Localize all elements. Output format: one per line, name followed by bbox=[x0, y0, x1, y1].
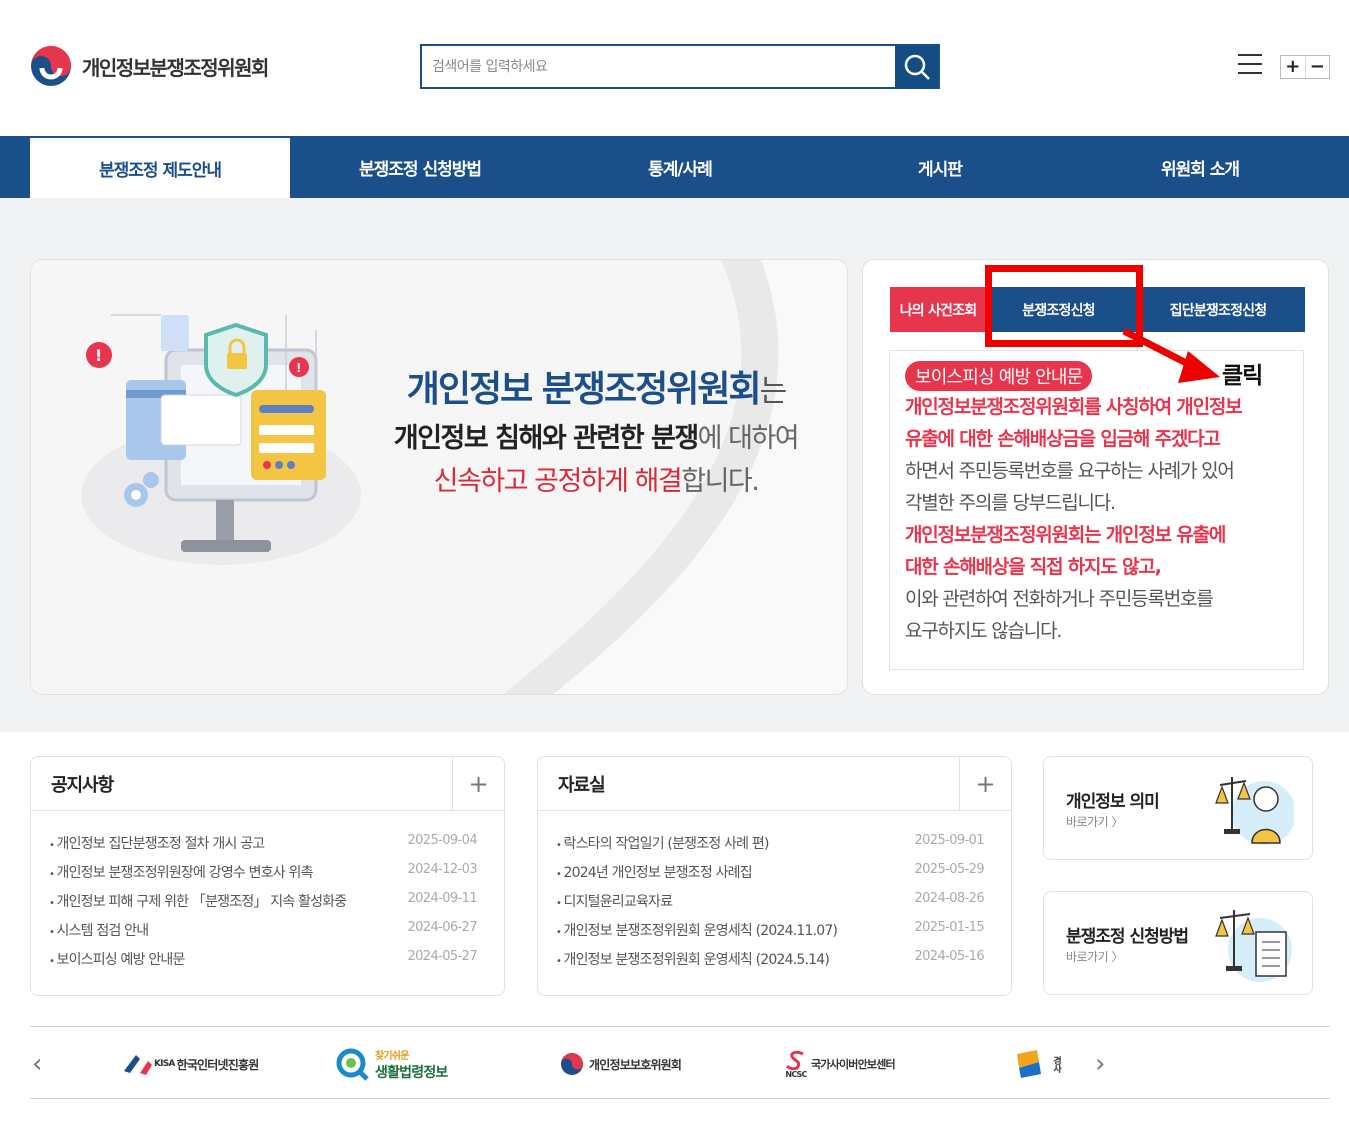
scales-document-icon bbox=[1215, 910, 1292, 982]
kisa-logo-icon bbox=[124, 1055, 152, 1075]
main-nav: 분쟁조정 제도안내 분쟁조정 신청방법 통계/사례 게시판 위원회 소개 bbox=[0, 136, 1349, 198]
list-item[interactable]: 락스타의 작업일기 (분쟁조정 사례 편)2025-09-01 bbox=[556, 833, 984, 862]
partner-ncsc[interactable]: NCSC 국가사이버안보센터 bbox=[785, 1047, 896, 1081]
list-item[interactable]: 개인정보 피해 구제 위한 「분쟁조정」 지속 활성화중2024-09-11 bbox=[49, 891, 477, 920]
notice-badge: 보이스피싱 예방 안내문 bbox=[905, 361, 1093, 391]
nav-item-about[interactable]: 위원회 소개 bbox=[1070, 136, 1330, 198]
list-item[interactable]: 개인정보 분쟁조정위원회 운영세칙 (2024.11.07)2025-01-15 bbox=[556, 920, 984, 949]
resources-list: 락스타의 작업일기 (분쟁조정 사례 편)2025-09-01 2024년 개인… bbox=[538, 811, 1011, 978]
notice-line: 하면서 주민등록번호를 요구하는 사례가 있어 bbox=[905, 460, 1235, 482]
nav-item-how-to-apply[interactable]: 분쟁조정 신청방법 bbox=[290, 136, 550, 198]
list-item[interactable]: 개인정보 분쟁조정위원회 운영세칙 (2024.5.14)2024-05-16 bbox=[556, 949, 984, 978]
list-item[interactable]: 디지털윤리교육자료2024-08-26 bbox=[556, 891, 984, 920]
link-card-shortcut[interactable]: 바로가기 〉 bbox=[1066, 813, 1123, 830]
hero-text: 개인정보 분쟁조정위원회는 개인정보 침해와 관련한 분쟁에 대하여 신속하고 … bbox=[361, 360, 831, 498]
scales-lawyer-icon bbox=[1215, 777, 1294, 845]
ncsc-logo-icon bbox=[785, 1050, 804, 1070]
partner-police[interactable]: 경사 bbox=[1015, 1047, 1063, 1081]
hamburger-menu-icon[interactable] bbox=[1238, 54, 1262, 76]
hero-line-2: 개인정보 침해와 관련한 분쟁에 대하여 bbox=[393, 423, 800, 454]
link-card-how-to-apply[interactable]: 분쟁조정 신청방법 바로가기 〉 bbox=[1043, 891, 1313, 995]
notice-line: 개인정보분쟁조정위원회를 사칭하여 개인정보 bbox=[905, 396, 1243, 418]
list-item[interactable]: 개인정보 집단분쟁조정 절차 개시 공고2025-09-04 bbox=[49, 833, 477, 862]
notice-list: 개인정보 집단분쟁조정 절차 개시 공고2025-09-04 개인정보 분쟁조정… bbox=[31, 811, 504, 978]
tab-my-case-lookup[interactable]: 나의 사건조회 bbox=[890, 287, 986, 332]
partner-easy-law[interactable]: 찾기쉬운 생활법령정보 bbox=[335, 1047, 448, 1081]
list-item[interactable]: 시스템 점검 안내2024-06-27 bbox=[49, 920, 477, 949]
zoom-out-button[interactable]: − bbox=[1304, 56, 1330, 78]
hero-banner: ! ! 개인정보 분쟁조정위원회는 개인정보 침해와 관련한 분쟁에 대하여 신… bbox=[30, 259, 848, 695]
link-card-title: 분쟁조정 신청방법 bbox=[1066, 927, 1189, 947]
annotation-arrow-icon bbox=[1122, 327, 1220, 383]
search-button[interactable] bbox=[895, 46, 938, 87]
search-bar bbox=[420, 44, 940, 89]
partner-banner-strip: ‹ KISA 한국인터넷진흥원 찾기쉬운 생활법령정보 개인정보보호위원회 NC… bbox=[30, 1026, 1330, 1099]
notice-line: 유출에 대한 손해배상금을 입금해 주겠다고 bbox=[905, 428, 1221, 450]
notice-board-header: 공지사항 + bbox=[31, 756, 504, 811]
notice-line: 각별한 주의를 당부드립니다. bbox=[905, 492, 1116, 514]
partner-next-button[interactable]: › bbox=[1095, 1049, 1105, 1079]
link-card-privacy-meaning[interactable]: 개인정보 의미 바로가기 〉 bbox=[1043, 756, 1313, 860]
search-icon bbox=[904, 54, 930, 80]
list-item[interactable]: 개인정보 분쟁조정위원장에 강영수 변호사 위촉2024-12-03 bbox=[49, 862, 477, 891]
notice-line: 대한 손해배상을 직접 하지도 않고, bbox=[905, 556, 1162, 578]
magnifier-logo-icon bbox=[336, 1048, 369, 1081]
list-item[interactable]: 2024년 개인정보 분쟁조정 사례집2025-05-29 bbox=[556, 862, 984, 891]
resources-board: 자료실 + 락스타의 작업일기 (분쟁조정 사례 편)2025-09-01 20… bbox=[537, 756, 1012, 996]
hero-line-3: 신속하고 공정하게 해결합니다. bbox=[433, 466, 760, 497]
nav-item-statistics[interactable]: 통계/사례 bbox=[550, 136, 810, 198]
resources-board-header: 자료실 + bbox=[538, 756, 1011, 811]
resources-board-title: 자료실 bbox=[558, 774, 606, 796]
link-card-title: 개인정보 의미 bbox=[1066, 792, 1160, 812]
zoom-in-button[interactable]: + bbox=[1281, 56, 1305, 78]
annotation-click-label: 클릭 bbox=[1222, 363, 1263, 389]
list-item[interactable]: 보이스피싱 예방 안내문2024-05-27 bbox=[49, 949, 477, 978]
voice-phishing-notice: 보이스피싱 예방 안내문 개인정보분쟁조정위원회를 사칭하여 개인정보 유출에 … bbox=[889, 350, 1304, 670]
nav-item-system-guide[interactable]: 분쟁조정 제도안내 bbox=[30, 138, 290, 198]
svg-text:!: ! bbox=[296, 361, 301, 375]
search-input[interactable] bbox=[422, 46, 895, 87]
svg-text:!: ! bbox=[95, 346, 102, 365]
header: 개인정보분쟁조정위원회 + − bbox=[0, 0, 1349, 136]
police-logo-icon bbox=[1017, 1050, 1041, 1078]
taegeuk-logo-icon bbox=[31, 46, 71, 86]
notice-more-button[interactable]: + bbox=[452, 756, 504, 811]
zoom-control: + − bbox=[1280, 55, 1330, 79]
resources-more-button[interactable]: + bbox=[959, 756, 1011, 811]
notice-board: 공지사항 + 개인정보 집단분쟁조정 절차 개시 공고2025-09-04 개인… bbox=[30, 756, 505, 996]
logo-text: 개인정보분쟁조정위원회 bbox=[82, 55, 269, 80]
security-illustration-icon: ! ! bbox=[81, 314, 361, 565]
notice-line: 개인정보분쟁조정위원회는 개인정보 유출에 bbox=[905, 524, 1226, 546]
notice-line: 이와 관련하여 전화하거나 주민등록번호를 bbox=[905, 588, 1214, 610]
link-card-shortcut[interactable]: 바로가기 〉 bbox=[1066, 948, 1123, 965]
notice-line: 요구하지도 않습니다. bbox=[905, 620, 1062, 642]
partner-kisa[interactable]: KISA 한국인터넷진흥원 bbox=[120, 1047, 259, 1081]
page: 개인정보분쟁조정위원회 + − 분쟁조정 제도안내 분쟁조정 신청방법 통계/사… bbox=[0, 0, 1349, 1126]
notice-board-title: 공지사항 bbox=[51, 774, 114, 796]
partner-pipc[interactable]: 개인정보보호위원회 bbox=[560, 1047, 682, 1081]
taegeuk-logo-icon bbox=[561, 1053, 583, 1075]
site-logo[interactable]: 개인정보분쟁조정위원회 bbox=[30, 45, 269, 87]
nav-item-board[interactable]: 게시판 bbox=[810, 136, 1070, 198]
partner-prev-button[interactable]: ‹ bbox=[32, 1049, 42, 1079]
hero-title: 개인정보 분쟁조정위원회는 bbox=[406, 369, 787, 410]
